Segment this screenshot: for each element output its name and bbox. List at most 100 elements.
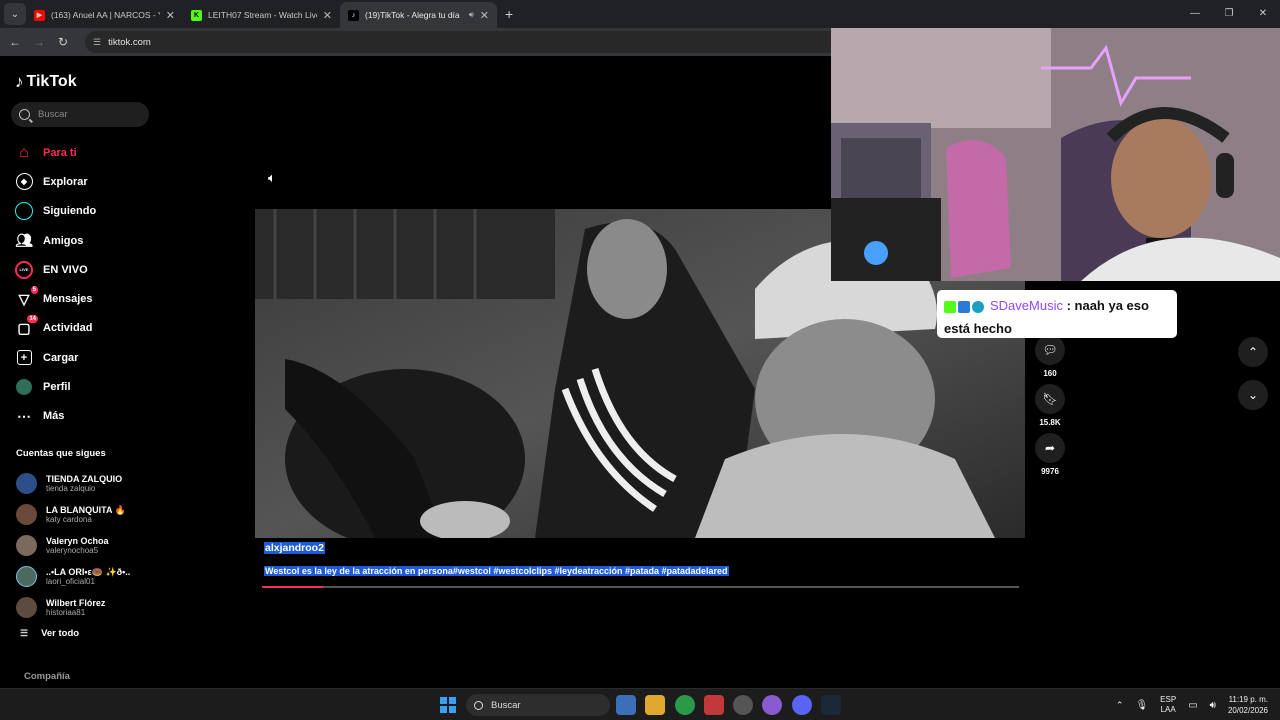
followed-account[interactable]: Wilbert Flórez historiaa81 bbox=[16, 592, 130, 623]
clock[interactable]: 11:19 p. m. 20/02/2026 bbox=[1228, 694, 1268, 716]
avatar bbox=[16, 535, 37, 556]
clock-time: 11:19 p. m. bbox=[1228, 695, 1268, 704]
system-tray: ⌃ 🎙︎ ESP LAA ▭ 🔊︎ 11:19 p. m. 20/02/2026 bbox=[1116, 689, 1280, 720]
bookmark-count: 15.8K bbox=[1039, 418, 1061, 427]
taskbar-apps bbox=[616, 695, 850, 715]
forward-arrow-icon[interactable]: → bbox=[27, 35, 51, 49]
following-accounts-list: TIENDA ZALQUIO tienda zalquio LA BLANQUIT… bbox=[16, 468, 130, 623]
search-icon bbox=[19, 109, 30, 120]
sidebar-item-label: Más bbox=[43, 410, 65, 423]
see-all-button[interactable]: ☰ Ver todo bbox=[20, 628, 79, 639]
tab-title: LEITH07 Stream - Watch Live or bbox=[208, 10, 317, 20]
messages-badge: 5 bbox=[30, 286, 38, 295]
taskbar-search[interactable]: Buscar bbox=[466, 694, 610, 716]
language-indicator[interactable]: ESP LAA bbox=[1160, 695, 1176, 715]
bookmark-icon[interactable]: 🔖︎ bbox=[1035, 384, 1065, 414]
account-username: laori_oficial01 bbox=[46, 577, 95, 586]
sidebar-item-para-ti[interactable]: ⌂ Para ti bbox=[14, 138, 96, 167]
followed-account[interactable]: Valeryn Ochoa valerynochoa5 bbox=[16, 530, 130, 561]
avatar bbox=[16, 504, 37, 525]
browser-tab-kick[interactable]: K LEITH07 Stream - Watch Live or ✕ bbox=[183, 2, 340, 28]
previous-video-button[interactable]: ⌃ bbox=[1238, 337, 1268, 367]
video-progress-bar[interactable] bbox=[262, 586, 1019, 588]
sidebar-item-mensajes[interactable]: ▽ 5 Mensajes bbox=[14, 284, 96, 313]
chrome-icon[interactable] bbox=[674, 695, 695, 715]
back-arrow-icon[interactable]: ← bbox=[3, 35, 27, 49]
tab-title: (19)TikTok - Alegra tu día bbox=[365, 10, 460, 20]
volume-icon[interactable]: 🔊︎ bbox=[1210, 700, 1216, 711]
address-bar[interactable]: ☰ tiktok.com bbox=[85, 31, 885, 53]
windows-start-icon[interactable] bbox=[440, 697, 456, 713]
comment-action[interactable]: 💬︎ 160 bbox=[1034, 335, 1066, 378]
sidebar-item-amigos[interactable]: 👥︎ Amigos bbox=[14, 226, 96, 255]
close-icon[interactable]: ✕ bbox=[166, 9, 175, 22]
chat-app-icon[interactable] bbox=[762, 695, 783, 715]
sidebar-item-label: Mensajes bbox=[43, 293, 93, 306]
volume-icon[interactable]: 🔈︎ bbox=[268, 170, 276, 186]
sidebar-item-perfil[interactable]: Perfil bbox=[14, 372, 96, 401]
account-name: TIENDA ZALQUIO bbox=[46, 474, 123, 484]
sidebar-item-cargar[interactable]: + Cargar bbox=[14, 343, 96, 372]
chat-badges bbox=[944, 300, 986, 313]
profile-icon bbox=[14, 377, 34, 397]
reload-icon[interactable]: ↻ bbox=[51, 35, 75, 49]
steam-icon[interactable] bbox=[821, 695, 842, 715]
sidebar-item-label: Amigos bbox=[43, 234, 84, 247]
youtube-icon: ▶ bbox=[34, 9, 45, 21]
microphone-icon[interactable]: 🎙︎ bbox=[1135, 700, 1148, 711]
folder-icon[interactable] bbox=[645, 695, 666, 715]
sidebar-item-explorar[interactable]: ◆ Explorar bbox=[14, 167, 96, 196]
webcam-image bbox=[831, 28, 1280, 281]
app-icon[interactable] bbox=[703, 695, 724, 715]
store-icon[interactable] bbox=[616, 695, 636, 715]
tiktok-icon: ♪ bbox=[348, 9, 359, 21]
home-icon: ⌂ bbox=[19, 143, 29, 161]
followed-account[interactable]: ..•LA ORI•ε🍩 ✨ð•.. laori_oficial01 bbox=[16, 561, 130, 592]
speaker-icon[interactable]: 🔊︎ bbox=[469, 10, 474, 20]
restore-icon[interactable]: ❐ bbox=[1212, 0, 1246, 28]
friends-icon: 👥︎ bbox=[15, 232, 33, 249]
chevron-up-icon[interactable]: ⌃ bbox=[1116, 700, 1124, 711]
followed-account[interactable]: TIENDA ZALQUIO tienda zalquio bbox=[16, 468, 130, 499]
activity-icon: ▢ 14 bbox=[17, 315, 38, 336]
new-tab-button[interactable]: + bbox=[505, 6, 513, 22]
video-author[interactable]: alxjandroo2 bbox=[264, 542, 325, 554]
account-username: tienda zalquio bbox=[46, 484, 96, 493]
company-link[interactable]: Compañía bbox=[24, 671, 70, 682]
network-icon[interactable]: ▭ bbox=[1188, 700, 1197, 711]
bookmark-action[interactable]: 🔖︎ 15.8K bbox=[1034, 384, 1066, 427]
discord-icon[interactable] bbox=[791, 695, 812, 715]
close-icon[interactable]: ✕ bbox=[323, 9, 332, 22]
sidebar-item-siguiendo[interactable]: Siguiendo bbox=[14, 197, 96, 226]
sidebar-item-label: EN VIVO bbox=[43, 263, 88, 276]
sidebar-item-mas[interactable]: ⋯ Más bbox=[14, 402, 96, 431]
account-name: Wilbert Flórez bbox=[46, 598, 106, 608]
share-icon[interactable]: ➦ bbox=[1035, 433, 1065, 463]
next-video-button[interactable]: ⌄ bbox=[1238, 380, 1268, 410]
followed-account[interactable]: LA BLANQUITA 🔥 katy cardona bbox=[16, 499, 130, 530]
sidebar-item-actividad[interactable]: ▢ 14 Actividad bbox=[14, 314, 96, 343]
tiktok-logo[interactable]: ♪ TikTok bbox=[15, 72, 77, 92]
tiktok-logo-icon: ♪ bbox=[15, 72, 24, 91]
share-action[interactable]: ➦ 9976 bbox=[1034, 433, 1066, 476]
close-window-icon[interactable]: ✕ bbox=[1246, 0, 1280, 28]
following-icon bbox=[14, 201, 34, 221]
obs-icon[interactable] bbox=[733, 695, 754, 715]
video-caption[interactable]: Westcol es la ley de la atracción en per… bbox=[264, 566, 729, 576]
browser-tab-tiktok[interactable]: ♪ (19)TikTok - Alegra tu día 🔊︎ ✕ bbox=[340, 2, 497, 28]
search-input[interactable]: Buscar bbox=[11, 102, 149, 127]
sidebar-item-label: Perfil bbox=[43, 381, 71, 394]
account-username: valerynochoa5 bbox=[46, 546, 99, 555]
tab-search-button[interactable]: ⌄ bbox=[4, 3, 26, 25]
comment-icon[interactable]: 💬︎ bbox=[1035, 335, 1065, 365]
sidebar-item-en-vivo[interactable]: LIVE EN VIVO bbox=[14, 255, 96, 284]
browser-tab-youtube[interactable]: ▶ (163) Anuel AA | NARCOS - You ✕ bbox=[26, 2, 183, 28]
sidebar-item-label: Para ti bbox=[43, 146, 77, 159]
account-username: katy cardona bbox=[46, 515, 92, 524]
screen: ⌄ ▶ (163) Anuel AA | NARCOS - You ✕ K LE… bbox=[0, 0, 1280, 720]
webcam-overlay bbox=[831, 28, 1280, 281]
sidebar-nav: ⌂ Para ti ◆ Explorar Siguiendo 👥︎ Amigos… bbox=[14, 138, 96, 431]
minimize-icon[interactable]: — bbox=[1178, 0, 1212, 28]
site-info-icon[interactable]: ☰ bbox=[93, 37, 101, 48]
close-icon[interactable]: ✕ bbox=[480, 9, 489, 22]
